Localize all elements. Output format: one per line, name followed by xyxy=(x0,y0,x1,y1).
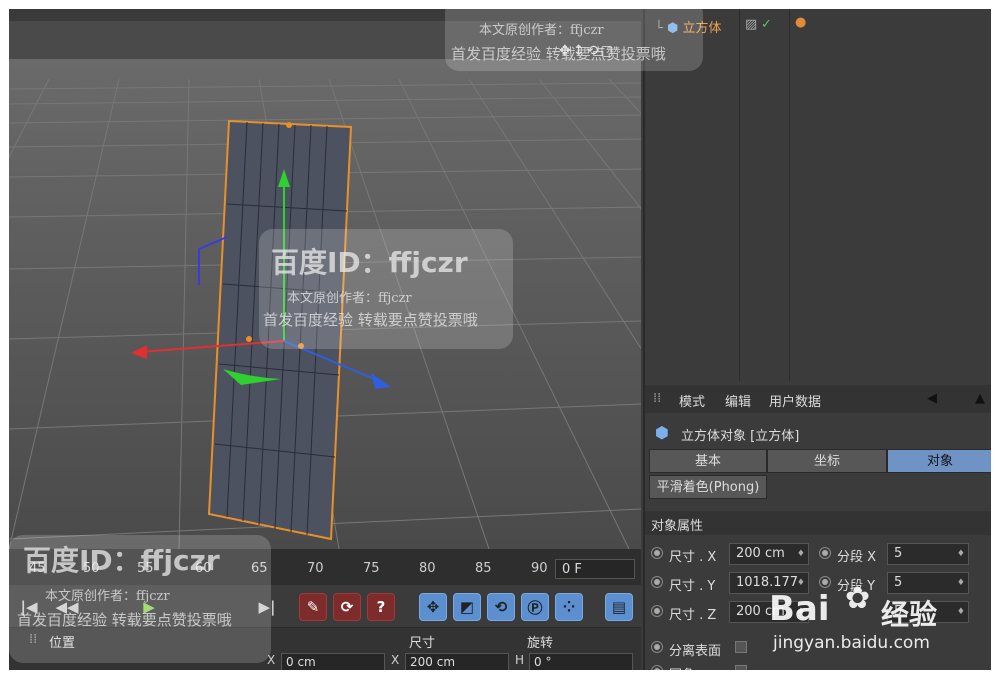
menu-user-data[interactable]: 用户数据 xyxy=(769,391,821,410)
current-frame-field[interactable]: 0 F xyxy=(555,559,635,579)
app-window: ✥↕⟲▢ 45 50 55 60 65 70 75 80 85 90 0 F |… xyxy=(9,9,991,670)
object-properties-section: 对象属性 xyxy=(645,511,991,535)
size-x-input[interactable]: 200 cm xyxy=(729,543,809,565)
fillet-checkbox[interactable] xyxy=(735,665,747,670)
size-y-input[interactable]: 1018.177 xyxy=(729,572,809,594)
timeline-tick: 80 xyxy=(419,561,436,576)
animate-radio[interactable] xyxy=(819,576,831,588)
tab-coordinates[interactable]: 坐标 xyxy=(767,449,887,473)
timeline-tick: 75 xyxy=(363,561,380,576)
column-divider xyxy=(789,9,790,381)
watermark-backdrop xyxy=(445,9,703,71)
timeline-tick: 85 xyxy=(475,561,492,576)
animate-radio[interactable] xyxy=(651,641,663,653)
size-x-label: 尺寸 . X xyxy=(669,550,717,565)
animate-radio[interactable] xyxy=(651,576,663,588)
timeline-tick: 70 xyxy=(307,561,324,576)
segments-x-input[interactable]: 5 xyxy=(887,543,969,565)
column-divider xyxy=(739,9,740,381)
size-z-row: 尺寸 . Z 200 cm 5 xyxy=(645,599,991,627)
watermark-backdrop xyxy=(259,229,513,349)
attribute-title: 立方体对象 [立方体] xyxy=(681,429,800,444)
cube-icon: ⬢ xyxy=(655,423,669,442)
tab-object[interactable]: 对象 xyxy=(887,449,991,473)
separate-surfaces-label: 分离表面 xyxy=(669,644,722,659)
point-level-icon[interactable]: ⁘ xyxy=(555,593,583,621)
timeline-tick: 90 xyxy=(531,561,548,576)
attribute-menu-bar: ⁞⁞ 模式 编辑 用户数据 ◀ ▲ xyxy=(645,385,991,413)
fillet-row: 圆角 xyxy=(645,659,991,670)
size-z-input[interactable]: 200 cm xyxy=(729,601,809,623)
fillet-label: 圆角 xyxy=(669,664,695,670)
coord-h-label: H xyxy=(515,653,525,667)
enabled-check-icon[interactable]: ✓ xyxy=(761,17,772,32)
size-y-label: 尺寸 . Y xyxy=(669,579,716,594)
rotate-key-icon[interactable]: ⟲ xyxy=(487,593,515,621)
record-key-icon[interactable]: ✎ xyxy=(299,593,327,621)
material-tag-icon[interactable]: ● xyxy=(795,15,806,30)
animate-radio[interactable] xyxy=(651,605,663,617)
film-strip-icon[interactable]: ▤ xyxy=(605,593,633,621)
keyframe-help-icon[interactable]: ? xyxy=(367,593,395,621)
size-x-row: 尺寸 . X 200 cm 分段 X 5 xyxy=(645,541,991,569)
up-arrow-icon[interactable]: ▲ xyxy=(975,391,985,406)
attribute-manager: ⁞⁞ 模式 编辑 用户数据 ◀ ▲ ⬢ 立方体对象 [立方体] 基本 坐标 对象… xyxy=(643,381,991,670)
rotation-h-field[interactable]: 0 ° xyxy=(529,653,633,670)
move-key-icon[interactable]: ✥ xyxy=(419,593,447,621)
segments-y-label: 分段 Y xyxy=(837,579,876,594)
menu-mode[interactable]: 模式 xyxy=(679,391,705,410)
grip-icon: ⁞⁞ xyxy=(653,391,662,406)
size-z-label: 尺寸 . Z xyxy=(669,608,717,623)
segments-y-input[interactable]: 5 xyxy=(887,572,969,594)
position-x-field[interactable]: 0 cm xyxy=(281,653,385,670)
watermark-backdrop xyxy=(9,535,271,663)
animate-radio[interactable] xyxy=(819,547,831,559)
section-title: 对象属性 xyxy=(651,519,704,534)
autokey-icon[interactable]: ⟳ xyxy=(333,593,361,621)
attribute-tabs: 基本 坐标 对象 xyxy=(649,449,991,473)
coord-rotation-header: 旋转 xyxy=(527,636,554,651)
coord-size-header: 尺寸 xyxy=(409,636,436,651)
menu-edit[interactable]: 编辑 xyxy=(725,391,751,410)
scale-key-icon[interactable]: ◩ xyxy=(453,593,481,621)
parameter-key-icon[interactable]: Ⓟ xyxy=(521,593,549,621)
coord-x-label: X xyxy=(391,653,400,667)
animate-radio[interactable] xyxy=(651,547,663,559)
visibility-toggle-icon[interactable]: ▨ xyxy=(745,17,757,32)
segments-x-label: 分段 X xyxy=(837,550,877,565)
tab-basic[interactable]: 基本 xyxy=(649,449,767,473)
back-arrow-icon[interactable]: ◀ xyxy=(927,391,937,406)
animate-radio[interactable] xyxy=(651,665,663,670)
segments-z-input[interactable]: 5 xyxy=(887,601,969,623)
size-x-field[interactable]: 200 cm xyxy=(405,653,509,670)
tab-phong[interactable]: 平滑着色(Phong) xyxy=(649,475,767,499)
size-y-row: 尺寸 . Y 1018.177 分段 Y 5 xyxy=(645,570,991,598)
separate-surfaces-checkbox[interactable] xyxy=(735,641,747,653)
